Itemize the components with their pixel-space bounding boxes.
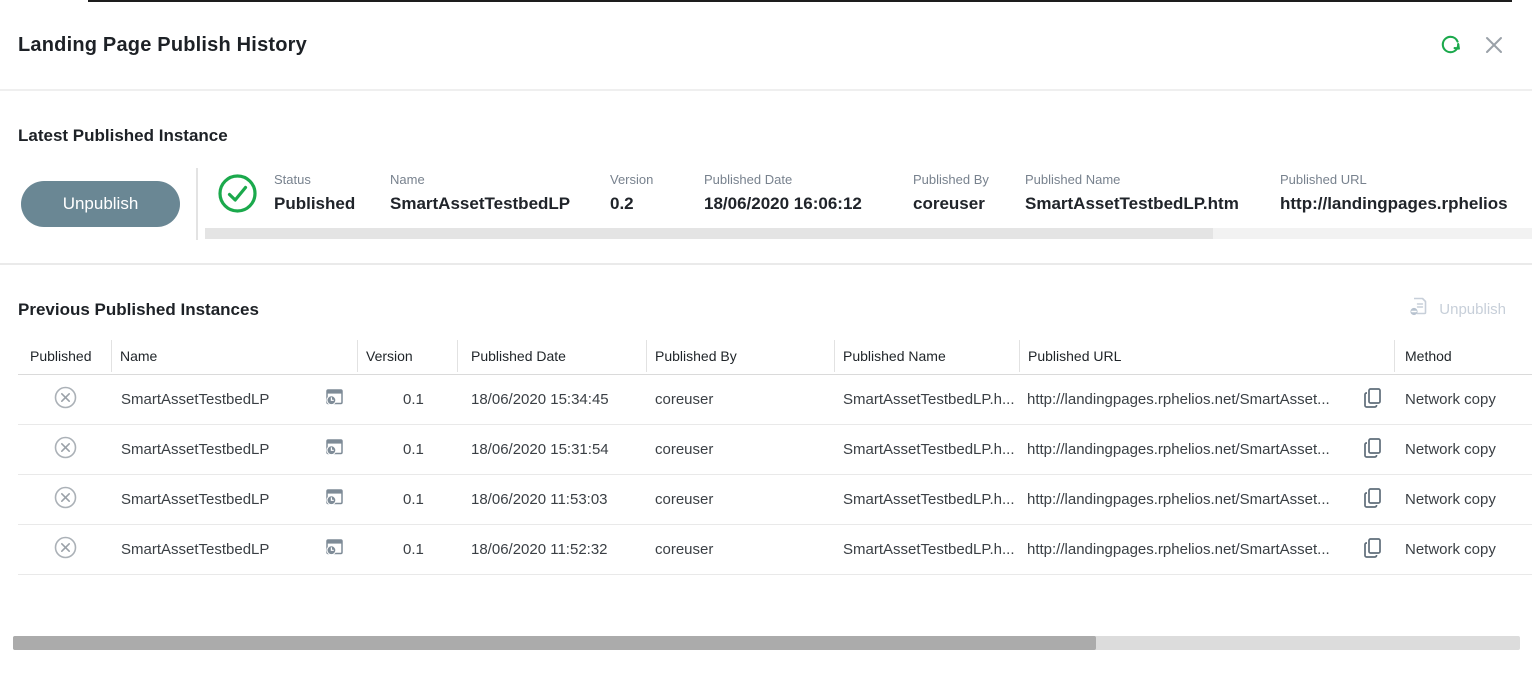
row-method: Network copy [1395, 441, 1532, 458]
latest-instance-row: Unpublish Status Published Name SmartAss… [0, 168, 1532, 248]
row-name: SmartAssetTestbedLP [121, 541, 269, 558]
published-date-value: 18/06/2020 16:06:12 [704, 194, 913, 214]
row-published-date: 18/06/2020 11:53:03 [458, 491, 647, 508]
section-divider [0, 263, 1532, 265]
col-published[interactable]: Published [18, 340, 112, 372]
row-published-by: coreuser [647, 541, 835, 558]
page-title: Landing Page Publish History [18, 34, 307, 57]
col-published-name[interactable]: Published Name [835, 340, 1020, 372]
row-published-date: 18/06/2020 11:52:32 [458, 541, 647, 558]
table-row: SmartAssetTestbedLP 0.1 18/06/2020 11:53… [18, 475, 1532, 525]
row-version: 0.1 [358, 391, 458, 408]
col-method[interactable]: Method [1395, 340, 1532, 372]
row-published-name: SmartAssetTestbedLP.h... [835, 441, 1020, 458]
latest-horizontal-scrollbar[interactable] [205, 228, 1532, 239]
row-name: SmartAssetTestbedLP [121, 441, 269, 458]
close-button[interactable] [1480, 32, 1508, 60]
vertical-divider [196, 168, 198, 240]
published-url-value: http://landingpages.rphelios [1280, 194, 1532, 214]
row-published-name: SmartAssetTestbedLP.h... [835, 541, 1020, 558]
field-published-name: Published Name SmartAssetTestbedLP.htm [1025, 172, 1280, 214]
header-divider [0, 89, 1532, 91]
row-name: SmartAssetTestbedLP [121, 391, 269, 408]
col-name[interactable]: Name [112, 340, 358, 372]
row-published-name: SmartAssetTestbedLP.h... [835, 391, 1020, 408]
row-published-by: coreuser [647, 491, 835, 508]
unpublish-disabled-button[interactable]: Unpublish [1409, 296, 1506, 322]
col-published-date[interactable]: Published Date [458, 340, 647, 372]
copy-url-icon[interactable] [1363, 387, 1383, 413]
table-header-row: Published Name Version Published Date Pu… [18, 337, 1532, 375]
page-clock-icon [324, 537, 345, 562]
published-by-value: coreuser [913, 194, 1025, 214]
field-published-by: Published By coreuser [913, 172, 1025, 214]
top-edge-line [88, 0, 1512, 2]
published-name-value: SmartAssetTestbedLP.htm [1025, 194, 1280, 214]
row-published-url: http://landingpages.rphelios.net/SmartAs… [1027, 491, 1330, 508]
row-method: Network copy [1395, 391, 1532, 408]
field-version: Version 0.2 [610, 172, 704, 214]
previous-instances-table: Published Name Version Published Date Pu… [18, 337, 1532, 575]
unpublish-row-icon[interactable] [54, 386, 77, 413]
row-published-url: http://landingpages.rphelios.net/SmartAs… [1027, 441, 1330, 458]
unpublish-disabled-label: Unpublish [1439, 301, 1506, 318]
col-published-url[interactable]: Published URL [1020, 340, 1395, 372]
bottom-scrollbar-thumb[interactable] [13, 636, 1096, 650]
row-name: SmartAssetTestbedLP [121, 491, 269, 508]
field-published-date: Published Date 18/06/2020 16:06:12 [704, 172, 913, 214]
row-published-by: coreuser [647, 441, 835, 458]
document-minus-icon [1409, 296, 1430, 322]
refresh-button[interactable] [1436, 32, 1464, 60]
col-published-by[interactable]: Published By [647, 340, 835, 372]
header-actions [1436, 32, 1508, 60]
row-version: 0.1 [358, 491, 458, 508]
copy-url-icon[interactable] [1363, 437, 1383, 463]
row-published-name: SmartAssetTestbedLP.h... [835, 491, 1020, 508]
row-published-date: 18/06/2020 15:34:45 [458, 391, 647, 408]
field-name: Name SmartAssetTestbedLP [390, 172, 610, 214]
page-clock-icon [324, 487, 345, 512]
row-published-date: 18/06/2020 15:31:54 [458, 441, 647, 458]
row-version: 0.1 [358, 441, 458, 458]
page-clock-icon [324, 387, 345, 412]
latest-scrollbar-thumb[interactable] [205, 228, 1213, 239]
close-icon [1483, 34, 1505, 59]
col-version[interactable]: Version [358, 340, 458, 372]
row-published-by: coreuser [647, 391, 835, 408]
row-version: 0.1 [358, 541, 458, 558]
unpublish-row-icon[interactable] [54, 436, 77, 463]
row-method: Network copy [1395, 541, 1532, 558]
publish-history-modal: Landing Page Publish History Latest Publ… [0, 0, 1532, 683]
previous-section-heading: Previous Published Instances [18, 300, 259, 320]
row-published-url: http://landingpages.rphelios.net/SmartAs… [1027, 541, 1330, 558]
version-value: 0.2 [610, 194, 704, 214]
table-row: SmartAssetTestbedLP 0.1 18/06/2020 15:31… [18, 425, 1532, 475]
field-published-url: Published URL http://landingpages.rpheli… [1280, 172, 1532, 214]
refresh-icon [1438, 32, 1463, 60]
latest-fields: Status Published Name SmartAssetTestbedL… [274, 172, 1532, 214]
unpublish-button[interactable]: Unpublish [21, 181, 180, 227]
unpublish-row-icon[interactable] [54, 536, 77, 563]
table-row: SmartAssetTestbedLP 0.1 18/06/2020 11:52… [18, 525, 1532, 575]
status-value: Published [274, 194, 390, 214]
name-value: SmartAssetTestbedLP [390, 194, 610, 214]
latest-section-heading: Latest Published Instance [18, 126, 228, 146]
table-row: SmartAssetTestbedLP 0.1 18/06/2020 15:34… [18, 375, 1532, 425]
copy-url-icon[interactable] [1363, 487, 1383, 513]
row-published-url: http://landingpages.rphelios.net/SmartAs… [1027, 391, 1330, 408]
published-check-icon [217, 173, 258, 214]
page-clock-icon [324, 437, 345, 462]
bottom-horizontal-scrollbar[interactable] [13, 636, 1520, 650]
row-method: Network copy [1395, 491, 1532, 508]
field-status: Status Published [274, 172, 390, 214]
copy-url-icon[interactable] [1363, 537, 1383, 563]
unpublish-row-icon[interactable] [54, 486, 77, 513]
